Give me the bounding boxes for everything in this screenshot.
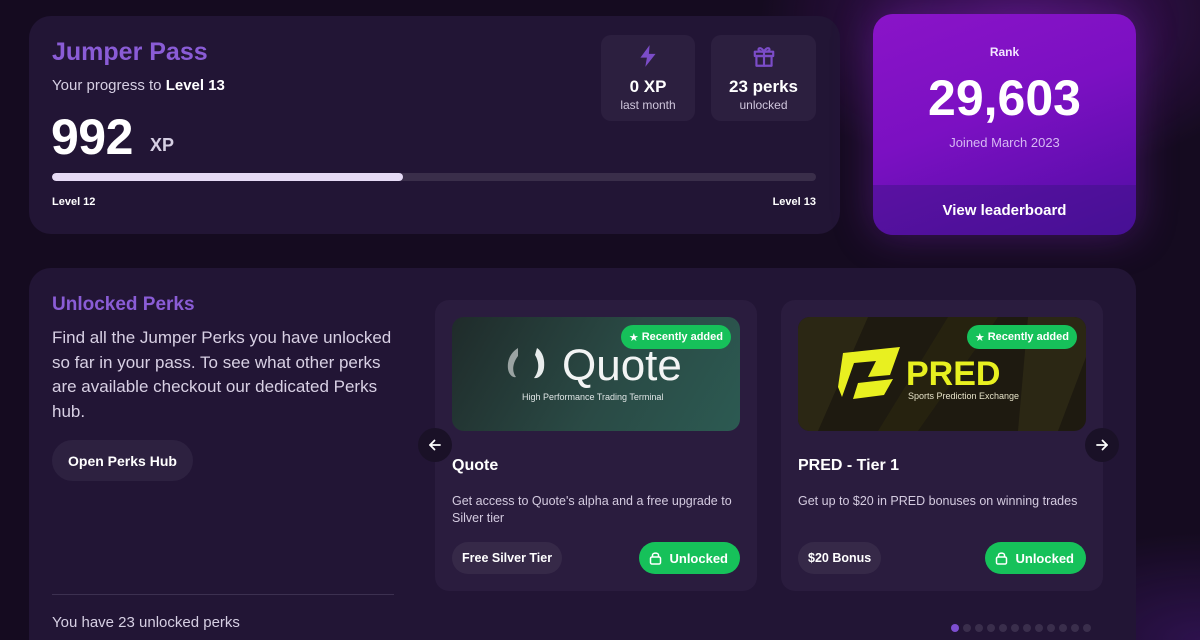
perk-tag: Free Silver Tier <box>452 542 563 574</box>
pagination-dot[interactable] <box>1023 624 1031 632</box>
recently-added-badge: ★ Recently added <box>966 325 1077 349</box>
xp-unit: XP <box>150 135 175 155</box>
pagination-dot[interactable] <box>987 624 995 632</box>
banner-logo-text: PRED <box>906 355 1000 393</box>
level-progress-bar <box>52 173 816 181</box>
stat-perks-unlocked: 23 perks unlocked <box>711 35 816 121</box>
perk-name: Quote <box>452 457 499 474</box>
jumper-pass-card: Jumper Pass Your progress to Level 13 99… <box>29 16 840 234</box>
rank-label: Rank <box>989 45 1020 59</box>
open-perks-hub-button[interactable]: Open Perks Hub <box>52 440 193 481</box>
stat-value: 0 XP <box>629 77 667 96</box>
badge-label: Recently added <box>641 331 723 343</box>
progress-caption: Your progress to Level 13 <box>52 77 225 94</box>
pagination-dot[interactable] <box>1071 624 1079 632</box>
xp-value: 992 <box>51 109 133 165</box>
perk-card-quote[interactable]: Quote High Performance Trading Terminal … <box>435 300 757 591</box>
divider <box>52 594 394 595</box>
unlocked-perks-card: Unlocked Perks Find all the Jumper Perks… <box>29 268 1136 640</box>
arrow-left-icon <box>429 439 441 451</box>
unlocked-label: Unlocked <box>669 550 728 566</box>
stat-label: last month <box>620 98 676 112</box>
unlocked-label: Unlocked <box>1015 550 1074 566</box>
unlocked-perks-count: You have 23 unlocked perks <box>52 614 240 631</box>
star-icon: ★ <box>974 331 985 344</box>
pagination-dot[interactable] <box>1047 624 1055 632</box>
unlocked-button[interactable]: Unlocked <box>639 542 740 574</box>
pagination-dot[interactable] <box>1083 624 1091 632</box>
pagination-dot[interactable] <box>951 624 959 632</box>
perk-tag: $20 Bonus <box>798 542 882 574</box>
banner-tagline: Sports Prediction Exchange <box>908 391 1019 401</box>
level-end-label: Level 13 <box>772 196 816 208</box>
perk-description: Get up to $20 in PRED bonuses on winning… <box>798 494 1078 508</box>
banner-tagline: High Performance Trading Terminal <box>522 392 663 402</box>
perk-card-pred[interactable]: PRED Sports Prediction Exchange ★ Recentl… <box>781 300 1103 591</box>
pagination-dot[interactable] <box>1035 624 1043 632</box>
pagination-dot[interactable] <box>963 624 971 632</box>
pass-title: Jumper Pass <box>52 38 208 66</box>
pagination-dot[interactable] <box>975 624 983 632</box>
perk-banner-quote: Quote High Performance Trading Terminal … <box>452 317 740 431</box>
perks-description: Find all the Jumper Perks you have unloc… <box>52 328 392 421</box>
stat-value: 23 perks <box>729 77 798 96</box>
recently-added-badge: ★ Recently added <box>620 325 731 349</box>
gift-icon <box>753 47 774 67</box>
lock-icon <box>996 552 1008 565</box>
perks-title: Unlocked Perks <box>52 294 195 315</box>
stat-label: unlocked <box>739 98 788 112</box>
star-icon: ★ <box>628 331 639 344</box>
unlocked-button[interactable]: Unlocked <box>985 542 1086 574</box>
rank-card: Rank 29,603 Joined March 2023 View leade… <box>873 14 1136 235</box>
perk-name: PRED - Tier 1 <box>798 457 900 474</box>
carousel-prev-button[interactable] <box>418 428 452 462</box>
lock-icon <box>650 552 662 565</box>
level-progress-fill <box>52 173 404 181</box>
carousel-pagination <box>951 624 1091 632</box>
perk-banner-pred: PRED Sports Prediction Exchange ★ Recentl… <box>798 317 1086 431</box>
carousel-next-button[interactable] <box>1085 428 1119 462</box>
rank-value: 29,603 <box>928 70 1081 126</box>
pagination-dot[interactable] <box>1059 624 1067 632</box>
level-start-label: Level 12 <box>52 196 96 208</box>
stat-last-month-xp: 0 XP last month <box>601 35 695 121</box>
arrow-right-icon <box>1096 439 1108 451</box>
view-leaderboard-button[interactable]: View leaderboard <box>873 185 1136 235</box>
badge-label: Recently added <box>987 331 1069 343</box>
joined-date: Joined March 2023 <box>949 135 1060 150</box>
progress-target-level: Level 13 <box>165 77 225 94</box>
pagination-dot[interactable] <box>1011 624 1019 632</box>
lightning-icon <box>640 45 656 67</box>
pagination-dot[interactable] <box>999 624 1007 632</box>
perk-description: Get access to Quote's alpha and a free u… <box>452 494 732 525</box>
progress-prefix: Your progress to <box>52 77 166 94</box>
